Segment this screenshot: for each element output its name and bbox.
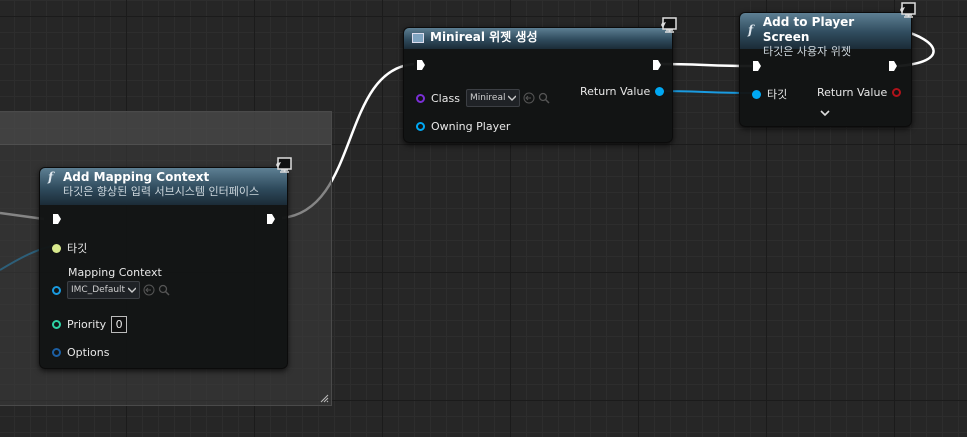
owning-player-pin[interactable] <box>416 122 425 131</box>
function-icon: f <box>48 170 54 184</box>
chevron-down-icon <box>128 287 137 293</box>
expand-chevron-icon[interactable] <box>820 109 830 117</box>
context-sensitive-icon <box>276 157 292 173</box>
search-icon[interactable] <box>158 284 170 296</box>
comment-header[interactable] <box>0 112 331 145</box>
mapping-context-pin[interactable] <box>52 285 61 295</box>
node-title: Minireal 위젯 생성 <box>430 30 538 44</box>
browse-arrow-icon[interactable] <box>523 92 535 104</box>
priority-pin[interactable] <box>52 320 61 329</box>
target-pin[interactable] <box>752 89 761 99</box>
class-pin[interactable] <box>416 93 425 103</box>
class-value: Minireal <box>469 93 506 103</box>
context-sensitive-icon <box>900 2 916 18</box>
exec-out-pin[interactable] <box>888 60 898 72</box>
node-header[interactable]: f Add Mapping Context 타깃은 향상된 입력 서브시스템 인터… <box>40 157 292 205</box>
search-icon[interactable] <box>538 92 551 104</box>
target-label: 타깃 <box>767 88 788 101</box>
owning-player-label: Owning Player <box>431 120 511 133</box>
node-header[interactable]: Minireal 위젯 생성 <box>404 17 677 49</box>
options-pin[interactable] <box>52 348 61 357</box>
add-to-player-screen-node[interactable]: f Add to Player Screen 타깃은 사용자 위젯 타깃 Retu… <box>739 2 916 127</box>
return-value-label: Return Value <box>580 85 651 98</box>
priority-input[interactable]: 0 <box>111 316 128 333</box>
exec-out-pin[interactable] <box>652 59 662 71</box>
exec-in-pin[interactable] <box>52 213 62 225</box>
node-title: Add Mapping Context <box>63 170 210 184</box>
create-widget-node[interactable]: Minireal 위젯 생성 Class Minireal Return Val… <box>403 17 677 143</box>
exec-in-pin[interactable] <box>416 59 426 71</box>
node-subtitle: 타깃은 사용자 위젯 <box>763 45 851 58</box>
context-sensitive-icon <box>661 17 677 33</box>
class-label: Class <box>431 91 460 105</box>
target-label: 타깃 <box>67 242 88 255</box>
browse-arrow-icon[interactable] <box>143 284 155 296</box>
mapping-context-value: IMC_Default <box>71 285 126 295</box>
mapping-context-dropdown[interactable]: IMC_Default <box>67 281 141 299</box>
node-header[interactable]: f Add to Player Screen 타깃은 사용자 위젯 <box>740 2 916 58</box>
exec-in-pin[interactable] <box>752 60 762 72</box>
exec-out-pin[interactable] <box>266 213 276 225</box>
options-label: Options <box>67 346 110 359</box>
function-icon: f <box>748 22 754 37</box>
class-dropdown[interactable]: Minireal <box>465 89 521 107</box>
mapping-context-label: Mapping Context <box>68 266 162 279</box>
widget-icon <box>412 32 424 43</box>
add-mapping-context-node[interactable]: f Add Mapping Context 타깃은 향상된 입력 서브시스템 인터… <box>39 157 292 369</box>
resize-grip-icon[interactable] <box>319 393 329 403</box>
return-value-pin[interactable] <box>892 88 902 97</box>
return-value-label: Return Value <box>817 86 888 99</box>
chevron-down-icon <box>508 95 517 101</box>
priority-label: Priority <box>67 318 107 331</box>
return-value-pin[interactable] <box>655 87 665 96</box>
node-subtitle: 타깃은 향상된 입력 서브시스템 인터페이스 <box>63 185 260 198</box>
target-pin[interactable] <box>52 243 61 253</box>
node-title: Add to Player Screen <box>762 15 855 44</box>
